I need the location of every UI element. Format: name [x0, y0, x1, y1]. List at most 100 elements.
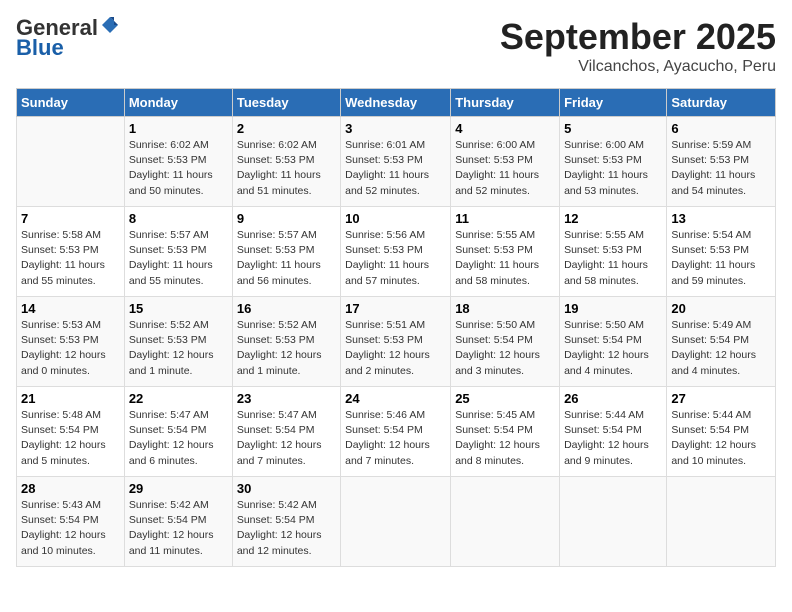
- day-info: Sunrise: 5:55 AMSunset: 5:53 PMDaylight:…: [455, 228, 555, 289]
- calendar-cell: 7Sunrise: 5:58 AMSunset: 5:53 PMDaylight…: [17, 207, 125, 297]
- title-block: September 2025 Vilcanchos, Ayacucho, Per…: [500, 16, 776, 76]
- calendar-cell: 23 Sunrise: 5:47 AMSunset: 5:54 PMDayligh…: [232, 387, 340, 477]
- calendar-cell: 14 Sunrise: 5:53 AMSunset: 5:53 PMDayligh…: [17, 297, 125, 387]
- calendar-cell: 2 Sunrise: 6:02 AMSunset: 5:53 PMDaylight…: [232, 117, 340, 207]
- day-info: Sunrise: 5:52 AMSunset: 5:53 PMDaylight:…: [237, 318, 336, 379]
- calendar-cell: [17, 117, 125, 207]
- day-number: 4: [455, 121, 555, 136]
- calendar-cell: 12Sunrise: 5:55 AMSunset: 5:53 PMDayligh…: [560, 207, 667, 297]
- day-info: Sunrise: 5:48 AMSunset: 5:54 PMDaylight:…: [21, 408, 120, 469]
- day-info: Sunrise: 6:02 AMSunset: 5:53 PMDaylight:…: [129, 138, 228, 199]
- day-number: 9: [237, 211, 336, 226]
- day-info: Sunrise: 5:52 AMSunset: 5:53 PMDaylight:…: [129, 318, 228, 379]
- calendar-cell: 26 Sunrise: 5:44 AMSunset: 5:54 PMDayligh…: [560, 387, 667, 477]
- calendar-week-3: 14 Sunrise: 5:53 AMSunset: 5:53 PMDayligh…: [17, 297, 776, 387]
- day-info: Sunrise: 5:46 AMSunset: 5:54 PMDaylight:…: [345, 408, 446, 469]
- day-info: Sunrise: 5:53 AMSunset: 5:53 PMDaylight:…: [21, 318, 120, 379]
- day-number: 26: [564, 391, 662, 406]
- calendar-header-row: SundayMondayTuesdayWednesdayThursdayFrid…: [17, 89, 776, 117]
- day-info: Sunrise: 5:54 AMSunset: 5:53 PMDaylight:…: [671, 228, 771, 289]
- day-number: 13: [671, 211, 771, 226]
- day-info: Sunrise: 5:56 AMSunset: 5:53 PMDaylight:…: [345, 228, 446, 289]
- day-info: Sunrise: 6:02 AMSunset: 5:53 PMDaylight:…: [237, 138, 336, 199]
- day-number: 5: [564, 121, 662, 136]
- calendar-cell: 13 Sunrise: 5:54 AMSunset: 5:53 PMDayligh…: [667, 207, 776, 297]
- day-info: Sunrise: 5:49 AMSunset: 5:54 PMDaylight:…: [671, 318, 771, 379]
- calendar-cell: 22Sunrise: 5:47 AMSunset: 5:54 PMDayligh…: [124, 387, 232, 477]
- header-sunday: Sunday: [17, 89, 125, 117]
- day-number: 20: [671, 301, 771, 316]
- header-tuesday: Tuesday: [232, 89, 340, 117]
- calendar-cell: [451, 477, 560, 567]
- day-info: Sunrise: 5:57 AMSunset: 5:53 PMDaylight:…: [129, 228, 228, 289]
- day-info: Sunrise: 6:00 AMSunset: 5:53 PMDaylight:…: [564, 138, 662, 199]
- calendar-cell: 5 Sunrise: 6:00 AMSunset: 5:53 PMDaylight…: [560, 117, 667, 207]
- month-title: September 2025: [500, 16, 776, 58]
- calendar-cell: [560, 477, 667, 567]
- day-info: Sunrise: 5:50 AMSunset: 5:54 PMDaylight:…: [564, 318, 662, 379]
- page-header: General Blue September 2025 Vilcanchos, …: [16, 16, 776, 76]
- calendar-cell: 10Sunrise: 5:56 AMSunset: 5:53 PMDayligh…: [341, 207, 451, 297]
- day-info: Sunrise: 5:59 AMSunset: 5:53 PMDaylight:…: [671, 138, 771, 199]
- location-subtitle: Vilcanchos, Ayacucho, Peru: [500, 58, 776, 76]
- calendar-cell: 24Sunrise: 5:46 AMSunset: 5:54 PMDayligh…: [341, 387, 451, 477]
- header-thursday: Thursday: [451, 89, 560, 117]
- calendar-cell: 8 Sunrise: 5:57 AMSunset: 5:53 PMDaylight…: [124, 207, 232, 297]
- day-info: Sunrise: 6:00 AMSunset: 5:53 PMDaylight:…: [455, 138, 555, 199]
- calendar-week-1: 1 Sunrise: 6:02 AMSunset: 5:53 PMDaylight…: [17, 117, 776, 207]
- day-number: 11: [455, 211, 555, 226]
- day-info: Sunrise: 5:58 AMSunset: 5:53 PMDaylight:…: [21, 228, 120, 289]
- day-info: Sunrise: 5:44 AMSunset: 5:54 PMDaylight:…: [671, 408, 771, 469]
- calendar-cell: 27 Sunrise: 5:44 AMSunset: 5:54 PMDayligh…: [667, 387, 776, 477]
- calendar-cell: [341, 477, 451, 567]
- day-number: 27: [671, 391, 771, 406]
- day-info: Sunrise: 5:43 AMSunset: 5:54 PMDaylight:…: [21, 498, 120, 559]
- logo-blue-text: Blue: [16, 35, 64, 60]
- calendar-cell: 1 Sunrise: 6:02 AMSunset: 5:53 PMDaylight…: [124, 117, 232, 207]
- calendar-cell: 16 Sunrise: 5:52 AMSunset: 5:53 PMDayligh…: [232, 297, 340, 387]
- header-friday: Friday: [560, 89, 667, 117]
- calendar-cell: 15 Sunrise: 5:52 AMSunset: 5:53 PMDayligh…: [124, 297, 232, 387]
- calendar-cell: 3 Sunrise: 6:01 AMSunset: 5:53 PMDaylight…: [341, 117, 451, 207]
- day-number: 3: [345, 121, 446, 136]
- day-number: 2: [237, 121, 336, 136]
- day-info: Sunrise: 5:51 AMSunset: 5:53 PMDaylight:…: [345, 318, 446, 379]
- day-info: Sunrise: 5:47 AMSunset: 5:54 PMDaylight:…: [237, 408, 336, 469]
- day-info: Sunrise: 5:45 AMSunset: 5:54 PMDaylight:…: [455, 408, 555, 469]
- day-number: 23: [237, 391, 336, 406]
- calendar-cell: 25 Sunrise: 5:45 AMSunset: 5:54 PMDayligh…: [451, 387, 560, 477]
- calendar-cell: 17 Sunrise: 5:51 AMSunset: 5:53 PMDayligh…: [341, 297, 451, 387]
- day-number: 19: [564, 301, 662, 316]
- day-number: 15: [129, 301, 228, 316]
- calendar-week-5: 28 Sunrise: 5:43 AMSunset: 5:54 PMDayligh…: [17, 477, 776, 567]
- day-info: Sunrise: 6:01 AMSunset: 5:53 PMDaylight:…: [345, 138, 446, 199]
- calendar-cell: 9 Sunrise: 5:57 AMSunset: 5:53 PMDaylight…: [232, 207, 340, 297]
- logo-icon: [100, 15, 120, 35]
- day-number: 25: [455, 391, 555, 406]
- day-number: 29: [129, 481, 228, 496]
- day-info: Sunrise: 5:44 AMSunset: 5:54 PMDaylight:…: [564, 408, 662, 469]
- calendar-cell: [667, 477, 776, 567]
- day-info: Sunrise: 5:42 AMSunset: 5:54 PMDaylight:…: [237, 498, 336, 559]
- calendar-cell: 21 Sunrise: 5:48 AMSunset: 5:54 PMDayligh…: [17, 387, 125, 477]
- header-monday: Monday: [124, 89, 232, 117]
- day-info: Sunrise: 5:55 AMSunset: 5:53 PMDaylight:…: [564, 228, 662, 289]
- calendar-week-2: 7Sunrise: 5:58 AMSunset: 5:53 PMDaylight…: [17, 207, 776, 297]
- day-info: Sunrise: 5:42 AMSunset: 5:54 PMDaylight:…: [129, 498, 228, 559]
- calendar-cell: 30 Sunrise: 5:42 AMSunset: 5:54 PMDayligh…: [232, 477, 340, 567]
- day-number: 8: [129, 211, 228, 226]
- day-info: Sunrise: 5:57 AMSunset: 5:53 PMDaylight:…: [237, 228, 336, 289]
- calendar-cell: 29 Sunrise: 5:42 AMSunset: 5:54 PMDayligh…: [124, 477, 232, 567]
- day-number: 30: [237, 481, 336, 496]
- day-number: 17: [345, 301, 446, 316]
- day-number: 1: [129, 121, 228, 136]
- calendar-cell: 4 Sunrise: 6:00 AMSunset: 5:53 PMDaylight…: [451, 117, 560, 207]
- day-number: 28: [21, 481, 120, 496]
- calendar-cell: 28 Sunrise: 5:43 AMSunset: 5:54 PMDayligh…: [17, 477, 125, 567]
- header-saturday: Saturday: [667, 89, 776, 117]
- day-number: 14: [21, 301, 120, 316]
- day-number: 21: [21, 391, 120, 406]
- calendar-cell: 18Sunrise: 5:50 AMSunset: 5:54 PMDayligh…: [451, 297, 560, 387]
- day-number: 16: [237, 301, 336, 316]
- day-number: 6: [671, 121, 771, 136]
